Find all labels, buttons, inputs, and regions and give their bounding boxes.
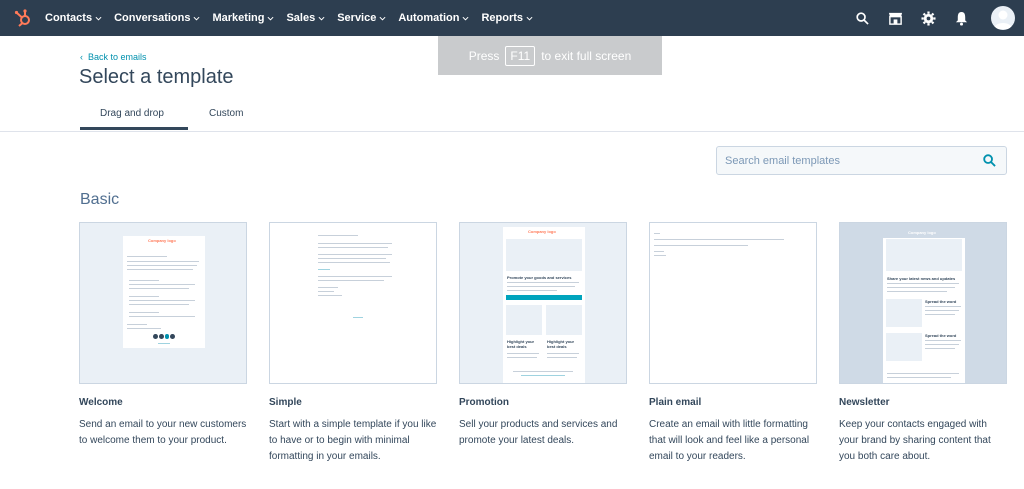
bell-icon[interactable] — [953, 10, 969, 26]
nav-marketing[interactable]: Marketing — [212, 12, 274, 24]
social-icons — [153, 334, 175, 339]
image-placeholder — [886, 299, 922, 327]
search-box — [716, 146, 1007, 175]
chevron-down-icon — [379, 16, 386, 21]
image-placeholder — [506, 239, 582, 271]
hubspot-logo-icon[interactable] — [13, 8, 33, 28]
template-thumbnail: Company logo — [123, 236, 205, 348]
template-description: Sell your products and services and prom… — [459, 419, 618, 446]
f11-key: F11 — [505, 45, 536, 66]
chevron-down-icon — [462, 16, 469, 21]
template-name: Welcome — [79, 397, 123, 408]
search-input[interactable] — [717, 153, 977, 168]
nav-sales[interactable]: Sales — [286, 12, 325, 24]
chevron-down-icon — [526, 16, 533, 21]
template-name: Plain email — [649, 397, 702, 408]
back-to-emails-link[interactable]: ‹ Back to emails — [80, 52, 147, 62]
template-name: Promotion — [459, 397, 509, 408]
image-placeholder — [886, 333, 922, 361]
template-name: Simple — [269, 397, 302, 408]
template-card-welcome[interactable]: Company logo — [79, 222, 247, 384]
cta-button-thumb — [506, 295, 582, 300]
template-description: Send an email to your new customers to w… — [79, 419, 247, 446]
template-card-simple[interactable] — [269, 222, 437, 384]
template-card-plain-email[interactable] — [649, 222, 817, 384]
search-icon[interactable] — [854, 10, 870, 26]
image-placeholder — [886, 239, 962, 271]
template-thumbnail — [298, 233, 408, 333]
tab-drag-and-drop[interactable]: Drag and drop — [100, 108, 164, 119]
template-description: Start with a simple template if you like… — [269, 419, 437, 462]
section-heading-basic: Basic — [80, 191, 120, 208]
template-card-promotion[interactable]: Company logo Promote your goods and serv… — [459, 222, 627, 384]
page-title: Select a template — [79, 66, 234, 88]
template-tabs: Drag and drop Custom — [0, 100, 1024, 132]
tab-custom[interactable]: Custom — [209, 108, 243, 119]
gear-icon[interactable] — [920, 10, 936, 26]
nav-contacts[interactable]: Contacts — [45, 12, 102, 24]
nav-automation[interactable]: Automation — [398, 12, 469, 24]
chevron-left-icon: ‹ — [80, 52, 83, 62]
active-tab-indicator — [80, 127, 188, 130]
template-description: Create an email with little formatting t… — [649, 419, 810, 462]
nav-conversations[interactable]: Conversations — [114, 12, 200, 24]
top-navigation: Contacts Conversations Marketing Sales S… — [0, 0, 1024, 36]
chevron-down-icon — [267, 16, 274, 21]
template-thumbnail: Company logo Share your latest news and … — [883, 227, 965, 383]
chevron-down-icon — [193, 16, 200, 21]
search-icon[interactable] — [983, 154, 996, 167]
template-thumbnail: Company logo Promote your goods and serv… — [503, 227, 585, 383]
image-placeholder — [506, 305, 542, 335]
nav-service[interactable]: Service — [337, 12, 386, 24]
fullscreen-notice: Press F11 to exit full screen — [438, 36, 662, 75]
chevron-down-icon — [318, 16, 325, 21]
template-card-newsletter[interactable]: Company logo Share your latest news and … — [839, 222, 1007, 384]
chevron-down-icon — [95, 16, 102, 21]
template-thumbnail — [652, 231, 812, 271]
avatar[interactable] — [991, 6, 1015, 30]
nav-reports[interactable]: Reports — [481, 12, 533, 24]
nav-utilities — [854, 0, 1024, 36]
template-name: Newsletter — [839, 397, 890, 408]
template-description: Keep your contacts engaged with your bra… — [839, 419, 991, 462]
marketplace-icon[interactable] — [887, 10, 903, 26]
image-placeholder — [546, 305, 582, 335]
user-icon — [994, 10, 1012, 29]
